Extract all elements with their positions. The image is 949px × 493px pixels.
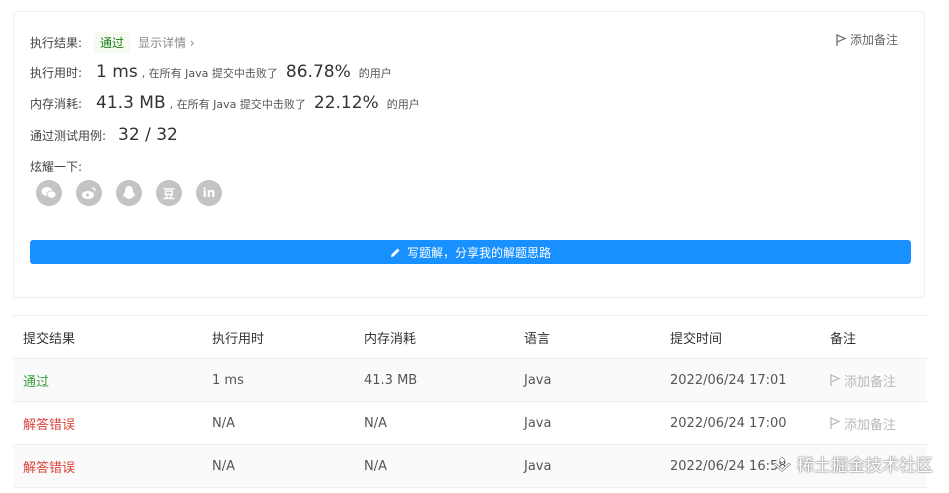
write-solution-button[interactable]: 写题解，分享我的解题思路 (30, 240, 911, 264)
runtime-label: 执行用时: (30, 66, 83, 80)
status-badge: 通过 (94, 32, 131, 53)
memory-row: 内存消耗: 41.3 MB , 在所有 Java 提交中击败了 22.12% 的… (30, 93, 420, 113)
row-memory: N/A (364, 415, 387, 431)
row-runtime: N/A (212, 415, 235, 431)
tests-label: 通过测试用例: (30, 129, 107, 143)
wechat-icon[interactable] (36, 180, 62, 206)
header-note: 备注 (830, 331, 857, 347)
memory-label: 内存消耗: (30, 97, 83, 111)
douban-icon[interactable]: 豆 (156, 180, 182, 206)
row-language: Java (524, 372, 552, 388)
row-result-link[interactable]: 解答错误 (23, 457, 75, 476)
table-header: 提交结果 执行用时 内存消耗 语言 提交时间 备注 (13, 316, 927, 359)
row-add-note-button[interactable]: 添加备注 (830, 414, 896, 433)
add-note-label: 添加备注 (849, 33, 898, 47)
watermark-text: 稀土掘金技术社区 (797, 456, 933, 476)
watermark: 稀土掘金技术社区 (773, 451, 933, 476)
runtime-value: 1 ms (96, 62, 138, 82)
runtime-percent: 86.78% (285, 62, 351, 82)
row-language: Java (524, 415, 552, 431)
memory-value: 41.3 MB (96, 93, 166, 113)
result-card: 执行结果: 通过 显示详情 › 添加备注 执行用时: 1 ms , 在所有 Ja… (13, 11, 925, 298)
show-details-link[interactable]: 显示详情 › (138, 34, 195, 51)
juejin-logo-icon (773, 456, 791, 472)
table-row: 通过 1 ms 41.3 MB Java 2022/06/24 17:01 添加… (13, 359, 927, 402)
row-result-link[interactable]: 解答错误 (23, 414, 75, 433)
row-memory: 41.3 MB (364, 372, 418, 388)
row-add-note-label: 添加备注 (844, 417, 897, 433)
linkedin-icon[interactable]: in (196, 180, 222, 206)
flag-icon (830, 374, 840, 386)
qq-icon[interactable] (116, 180, 142, 206)
share-row: 炫耀一下: (30, 158, 82, 175)
row-add-note-label: 添加备注 (844, 374, 897, 390)
header-time: 提交时间 (670, 331, 723, 347)
memory-suffix: 的用户 (386, 98, 420, 111)
header-language: 语言 (524, 331, 551, 347)
add-note-button[interactable]: 添加备注 (836, 31, 898, 48)
row-time: 2022/06/24 17:00 (670, 415, 787, 431)
result-row: 执行结果: 通过 显示详情 › (30, 32, 195, 53)
runtime-row: 执行用时: 1 ms , 在所有 Java 提交中击败了 86.78% 的用户 (30, 62, 392, 82)
row-memory: N/A (364, 458, 387, 474)
share-icons: 豆 in (36, 180, 222, 206)
result-label: 执行结果: (30, 36, 83, 50)
write-solution-label: 写题解，分享我的解题思路 (406, 245, 551, 260)
pencil-icon (390, 248, 400, 257)
row-runtime: N/A (212, 458, 235, 474)
memory-middle-text: , 在所有 Java 提交中击败了 (169, 98, 306, 111)
runtime-suffix: 的用户 (358, 67, 392, 80)
row-result-link[interactable]: 通过 (23, 371, 49, 390)
tests-value: 32 / 32 (118, 125, 178, 145)
share-label: 炫耀一下: (30, 160, 83, 174)
flag-icon (836, 33, 846, 46)
memory-percent: 22.12% (313, 93, 379, 113)
tests-row: 通过测试用例: 32 / 32 (30, 125, 178, 145)
header-runtime: 执行用时 (212, 331, 265, 347)
header-result: 提交结果 (23, 331, 76, 347)
flag-icon (830, 417, 840, 429)
row-time: 2022/06/24 17:01 (670, 372, 787, 388)
row-runtime: 1 ms (212, 372, 244, 388)
header-memory: 内存消耗 (364, 331, 417, 347)
row-language: Java (524, 458, 552, 474)
runtime-middle-text: , 在所有 Java 提交中击败了 (141, 67, 278, 80)
row-time: 2022/06/24 16:58 (670, 458, 787, 474)
row-add-note-button[interactable]: 添加备注 (830, 371, 896, 390)
weibo-icon[interactable] (76, 180, 102, 206)
table-row: 解答错误 N/A N/A Java 2022/06/24 17:00 添加备注 (13, 402, 927, 445)
